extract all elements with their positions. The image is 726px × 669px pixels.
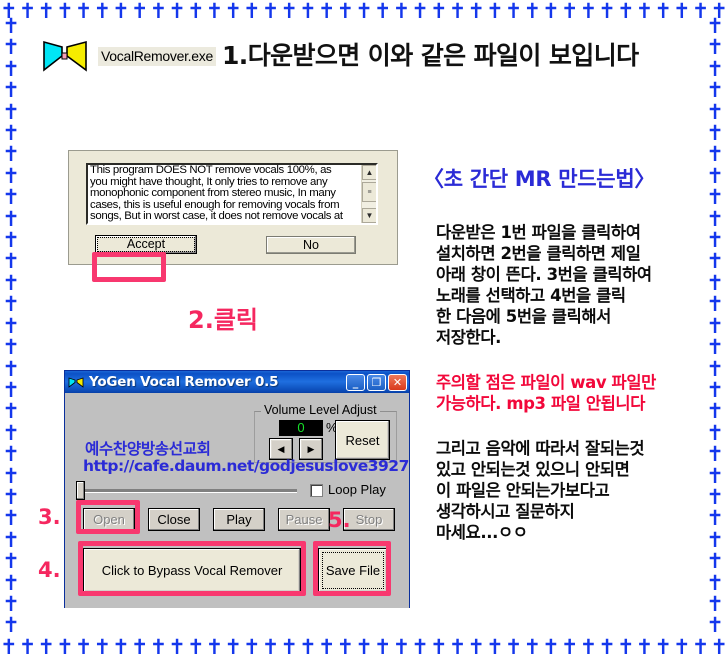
accept-button-label: Accept [97, 237, 195, 252]
church-name-overlay: 예수찬양방송선교회 [85, 440, 211, 458]
yogen-titlebar[interactable]: YoGen Vocal Remover 0.5 _ ❐ ✕ [65, 371, 409, 393]
close-button[interactable]: Close [148, 508, 200, 531]
speaker-icon [68, 376, 84, 389]
yogen-window-title: YoGen Vocal Remover 0.5 [89, 374, 279, 390]
yogen-body: Volume Level Adjust 0 % ◀ ▶ Reset 예수찬양방송… [65, 393, 409, 608]
file-header: VocalRemover.exe [40, 36, 216, 76]
scroll-up-icon[interactable]: ▲ [362, 165, 376, 180]
license-textbox[interactable]: This program DOES NOT remove vocals 100%… [86, 163, 378, 225]
scroll-down-icon[interactable]: ▼ [362, 208, 376, 223]
step-3-label: 3. [38, 505, 61, 529]
license-scrollbar[interactable]: ▲ ≡ ▼ [361, 165, 376, 223]
maximize-icon[interactable]: ❐ [367, 373, 386, 391]
close-icon[interactable]: ✕ [388, 373, 407, 391]
position-slider-track[interactable] [79, 489, 297, 493]
license-dialog: This program DOES NOT remove vocals 100%… [68, 150, 398, 265]
speaker-icon [40, 36, 90, 76]
step-2-label: 2.클릭 [188, 306, 258, 334]
volume-value-display: 0 [279, 420, 323, 436]
open-button[interactable]: Open [83, 508, 135, 531]
guide-paragraph-1: 다운받은 1번 파일을 클릭하여 설치하면 2번을 클릭하면 제일 아래 창이 … [436, 223, 652, 347]
pause-button[interactable]: Pause [278, 508, 330, 531]
loop-play-label: Loop Play [328, 482, 386, 497]
volume-group-label: Volume Level Adjust [261, 403, 380, 417]
page-border-top: ✝✝✝✝✝✝✝✝✝✝✝✝✝✝✝✝✝✝✝✝✝✝✝✝✝✝✝✝✝✝✝✝✝✝✝✝✝✝✝✝… [0, 0, 726, 22]
page-border-left: ✝ ✝ ✝ ✝ ✝ ✝ ✝ ✝ ✝ ✝ ✝ ✝ ✝ ✝ ✝ ✝ ✝ ✝ ✝ ✝ … [2, 16, 20, 638]
play-button[interactable]: Play [213, 508, 265, 531]
cafe-url-overlay[interactable]: http://cafe.daum.net/godjesuslove3927 [83, 457, 409, 475]
position-slider-thumb[interactable] [76, 481, 85, 500]
bypass-vocal-remover-button[interactable]: Click to Bypass Vocal Remover [83, 548, 301, 593]
license-body-text: This program DOES NOT remove vocals 100%… [90, 164, 343, 223]
no-button[interactable]: No [266, 236, 356, 254]
save-file-button[interactable]: Save File [318, 548, 388, 593]
guide-heading: 〈초 간단 MR 만드는법〉 [423, 167, 656, 191]
loop-play-checkbox[interactable] [310, 484, 323, 497]
step-4-label: 4. [38, 558, 61, 582]
guide-warning: 주의할 점은 파일이 wav 파일만 가능하다. mp3 파일 안됩니다 [436, 373, 656, 413]
yogen-window: YoGen Vocal Remover 0.5 _ ❐ ✕ Volume Lev… [64, 370, 410, 608]
page-title: 1.다운받으면 이와 같은 파일이 보입니다 [222, 41, 639, 70]
page-border-right: ✝ ✝ ✝ ✝ ✝ ✝ ✝ ✝ ✝ ✝ ✝ ✝ ✝ ✝ ✝ ✝ ✝ ✝ ✝ ✝ … [706, 16, 724, 638]
window-controls: _ ❐ ✕ [346, 373, 407, 391]
save-file-label: Save File [322, 552, 384, 589]
reset-button[interactable]: Reset [335, 420, 390, 460]
stop-button[interactable]: Stop [343, 508, 395, 531]
accept-button[interactable]: Accept [95, 235, 197, 254]
page-border-bottom: ✝✝✝✝✝✝✝✝✝✝✝✝✝✝✝✝✝✝✝✝✝✝✝✝✝✝✝✝✝✝✝✝✝✝✝✝✝✝✝✝… [0, 636, 726, 658]
step-5-label: 5. [328, 508, 351, 532]
minimize-icon[interactable]: _ [346, 373, 365, 391]
guide-paragraph-2: 그리고 음악에 따라서 잘되는것 있고 안되는것 있으니 안되면 이 파일은 안… [436, 439, 645, 542]
exe-file-label: VocalRemover.exe [98, 46, 216, 66]
scrollbar-thumb[interactable]: ≡ [362, 182, 376, 202]
